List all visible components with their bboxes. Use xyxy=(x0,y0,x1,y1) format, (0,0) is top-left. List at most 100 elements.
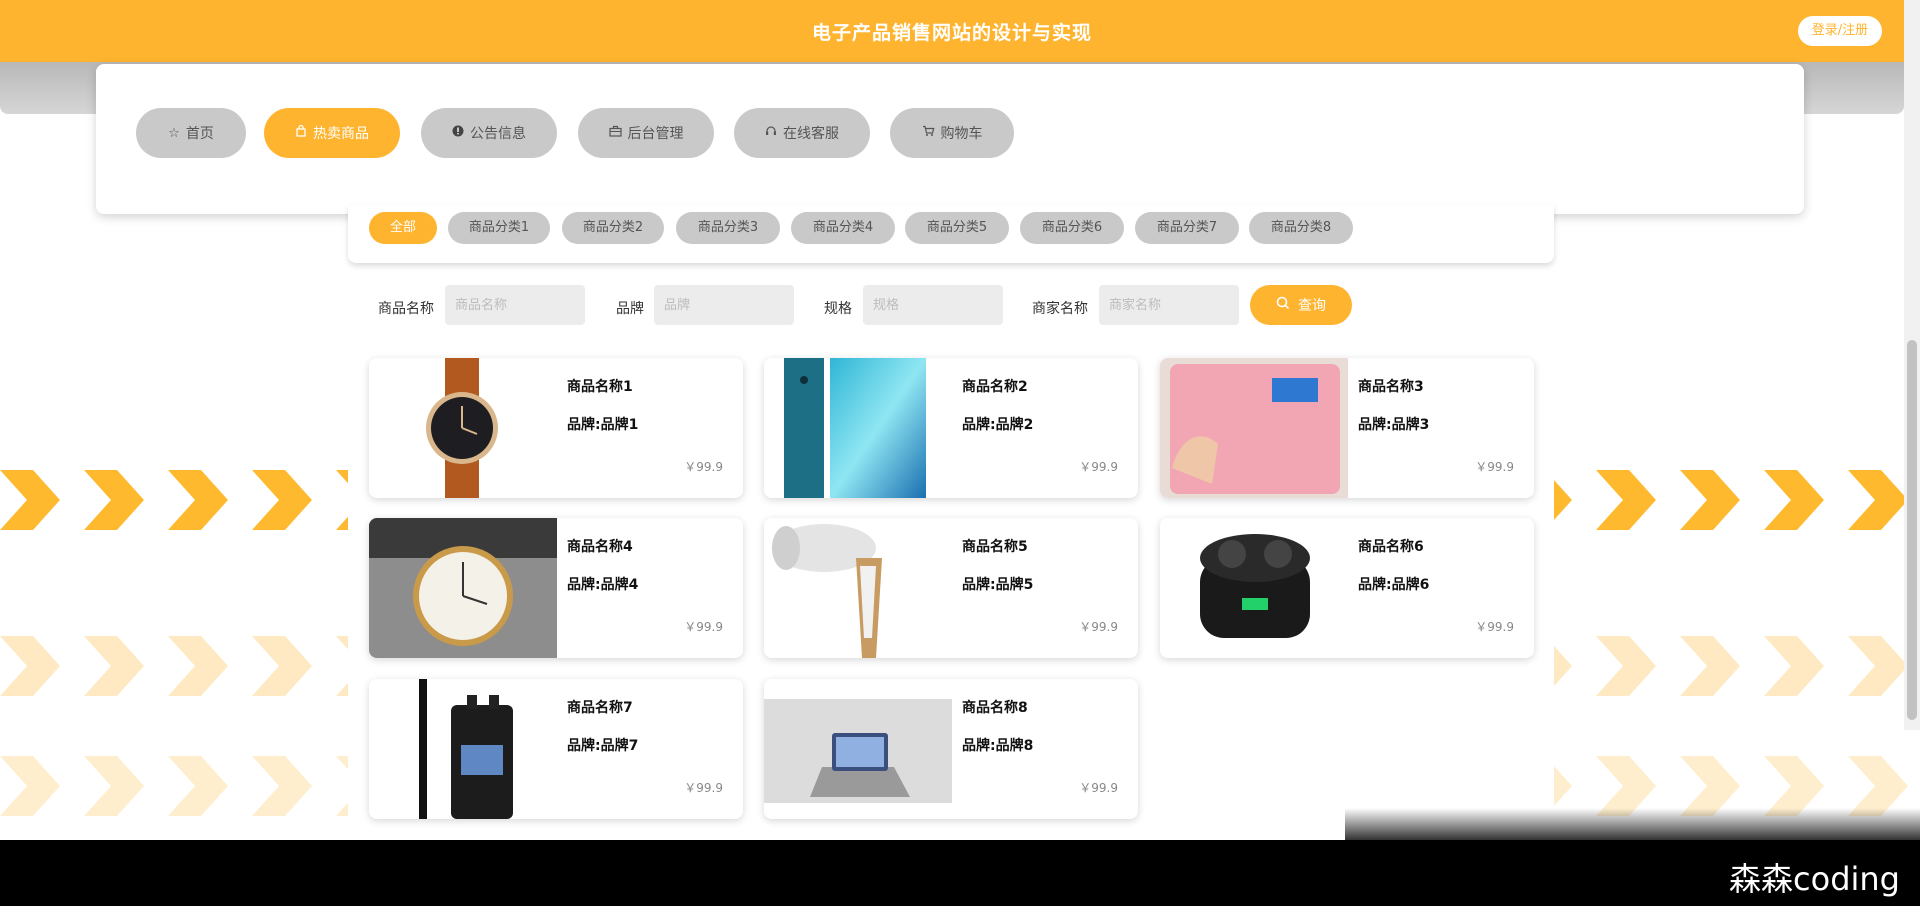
nav-label: 在线客服 xyxy=(783,126,839,142)
spec-input[interactable] xyxy=(863,285,1003,325)
chevron-shape xyxy=(1680,756,1740,816)
product-brand: 品牌:品牌8 xyxy=(962,738,1034,754)
product-card[interactable]: 商品名称6 品牌:品牌6 ￥99.9 xyxy=(1160,518,1534,658)
info-icon xyxy=(452,125,464,141)
scrollbar-thumb[interactable] xyxy=(1907,340,1917,720)
chevron-shape xyxy=(252,756,312,816)
star-icon: ☆ xyxy=(168,125,180,141)
product-panel: 全部 商品分类1 商品分类2 商品分类3 商品分类4 商品分类5 商品分类6 商… xyxy=(348,205,1554,835)
nav-label: 后台管理 xyxy=(627,126,684,142)
watermark-text: 森森coding xyxy=(1729,860,1900,898)
merchant-name-input[interactable] xyxy=(1099,285,1239,325)
category-chip[interactable]: 商品分类1 xyxy=(448,212,550,244)
category-chip-all[interactable]: 全部 xyxy=(369,212,437,244)
product-card[interactable]: 商品名称1 品牌:品牌1 ￥99.9 xyxy=(369,358,743,498)
product-price: ￥99.9 xyxy=(1079,620,1118,634)
category-chip[interactable]: 商品分类2 xyxy=(562,212,664,244)
chevron-shape xyxy=(84,470,144,530)
brand-input[interactable] xyxy=(654,285,794,325)
product-price: ￥99.9 xyxy=(684,460,723,474)
nav-card: ☆ 首页 热卖商品 公告信息 后台管理 在线客服 购物车 xyxy=(96,64,1804,214)
top-bar: 电子产品销售网站的设计与实现 登录/注册 xyxy=(0,0,1904,62)
chevron-shape xyxy=(84,756,144,816)
product-card[interactable]: 商品名称7 品牌:品牌7 ￥99.9 xyxy=(369,679,743,819)
product-name: 商品名称6 xyxy=(1358,539,1424,555)
nav-label: 首页 xyxy=(185,126,214,142)
category-chip[interactable]: 商品分类6 xyxy=(1020,212,1124,244)
chevron-shape xyxy=(1848,756,1908,816)
product-name: 商品名称3 xyxy=(1358,379,1424,395)
category-filter-bar: 全部 商品分类1 商品分类2 商品分类3 商品分类4 商品分类5 商品分类6 商… xyxy=(348,205,1554,263)
category-chip[interactable]: 商品分类5 xyxy=(905,212,1009,244)
chevron-shape xyxy=(168,470,228,530)
product-brand: 品牌:品牌7 xyxy=(567,738,639,754)
chevron-shape xyxy=(252,470,312,530)
product-brand: 品牌:品牌1 xyxy=(567,417,639,433)
video-bottom-bar xyxy=(0,840,1920,906)
product-name: 商品名称2 xyxy=(962,379,1028,395)
product-card[interactable]: 商品名称5 品牌:品牌5 ￥99.9 xyxy=(764,518,1138,658)
category-chip[interactable]: 商品分类7 xyxy=(1135,212,1239,244)
product-name: 商品名称7 xyxy=(567,700,633,716)
brand-label: 品牌 xyxy=(616,301,644,317)
product-price: ￥99.9 xyxy=(1475,620,1514,634)
nav-label: 购物车 xyxy=(940,126,983,142)
chevron-shape xyxy=(1680,470,1740,530)
chevron-shape xyxy=(1848,470,1908,530)
product-brand: 品牌:品牌4 xyxy=(567,577,639,593)
query-button[interactable]: 查询 xyxy=(1250,285,1352,325)
product-name-input[interactable] xyxy=(445,285,585,325)
login-register-button[interactable]: 登录/注册 xyxy=(1798,16,1882,46)
product-card[interactable]: 商品名称4 品牌:品牌4 ￥99.9 xyxy=(369,518,743,658)
product-name: 商品名称8 xyxy=(962,700,1028,716)
nav-hot-products[interactable]: 热卖商品 xyxy=(264,108,400,158)
briefcase-icon xyxy=(608,125,622,141)
nav-shopping-cart[interactable]: 购物车 xyxy=(890,108,1014,158)
product-price: ￥99.9 xyxy=(684,620,723,634)
nav-label: 公告信息 xyxy=(470,126,526,142)
chevron-shape xyxy=(252,636,312,696)
smartphone-image xyxy=(764,358,952,498)
product-card[interactable]: 商品名称3 品牌:品牌3 ￥99.9 xyxy=(1160,358,1534,498)
page-scrollbar[interactable] xyxy=(1904,0,1920,730)
product-name: 商品名称5 xyxy=(962,539,1028,555)
chevron-shape xyxy=(0,756,60,816)
earbuds-image xyxy=(1160,518,1348,658)
nav-announcements[interactable]: 公告信息 xyxy=(421,108,557,158)
site-title: 电子产品销售网站的设计与实现 xyxy=(811,22,1092,44)
nav-home[interactable]: ☆ 首页 xyxy=(136,108,246,158)
chevron-shape xyxy=(84,636,144,696)
cart-icon xyxy=(922,125,935,141)
product-name: 商品名称4 xyxy=(567,539,633,555)
chevron-shape xyxy=(1764,636,1824,696)
product-card[interactable]: 商品名称2 品牌:品牌2 ￥99.9 xyxy=(764,358,1138,498)
product-name-label: 商品名称 xyxy=(378,301,434,317)
product-brand: 品牌:品牌6 xyxy=(1358,577,1430,593)
walkie-talkie-image xyxy=(369,679,557,819)
bathroom-scale-image xyxy=(1160,358,1348,498)
hair-dryer-image xyxy=(764,518,952,658)
category-chip[interactable]: 商品分类3 xyxy=(676,212,780,244)
chevron-shape xyxy=(0,636,60,696)
product-card[interactable]: 商品名称8 品牌:品牌8 ￥99.9 xyxy=(764,679,1138,819)
category-chip[interactable]: 商品分类4 xyxy=(791,212,895,244)
chevron-shape xyxy=(1596,756,1656,816)
chevron-shape xyxy=(1764,756,1824,816)
merchant-name-label: 商家名称 xyxy=(1032,301,1088,317)
chevron-shape xyxy=(1764,470,1824,530)
headset-icon xyxy=(765,125,777,141)
nav-customer-service[interactable]: 在线客服 xyxy=(734,108,870,158)
bag-icon xyxy=(295,124,307,141)
nav-admin[interactable]: 后台管理 xyxy=(578,108,714,158)
chevron-shape xyxy=(168,636,228,696)
chevron-shape xyxy=(1596,470,1656,530)
chevron-shape xyxy=(168,756,228,816)
category-chip[interactable]: 商品分类8 xyxy=(1249,212,1353,244)
query-label: 查询 xyxy=(1298,298,1326,314)
product-price: ￥99.9 xyxy=(1475,460,1514,474)
product-brand: 品牌:品牌5 xyxy=(962,577,1034,593)
chevron-shape xyxy=(1680,636,1740,696)
product-brand: 品牌:品牌2 xyxy=(962,417,1034,433)
spec-label: 规格 xyxy=(824,301,852,317)
wristwatch-image xyxy=(369,358,557,498)
